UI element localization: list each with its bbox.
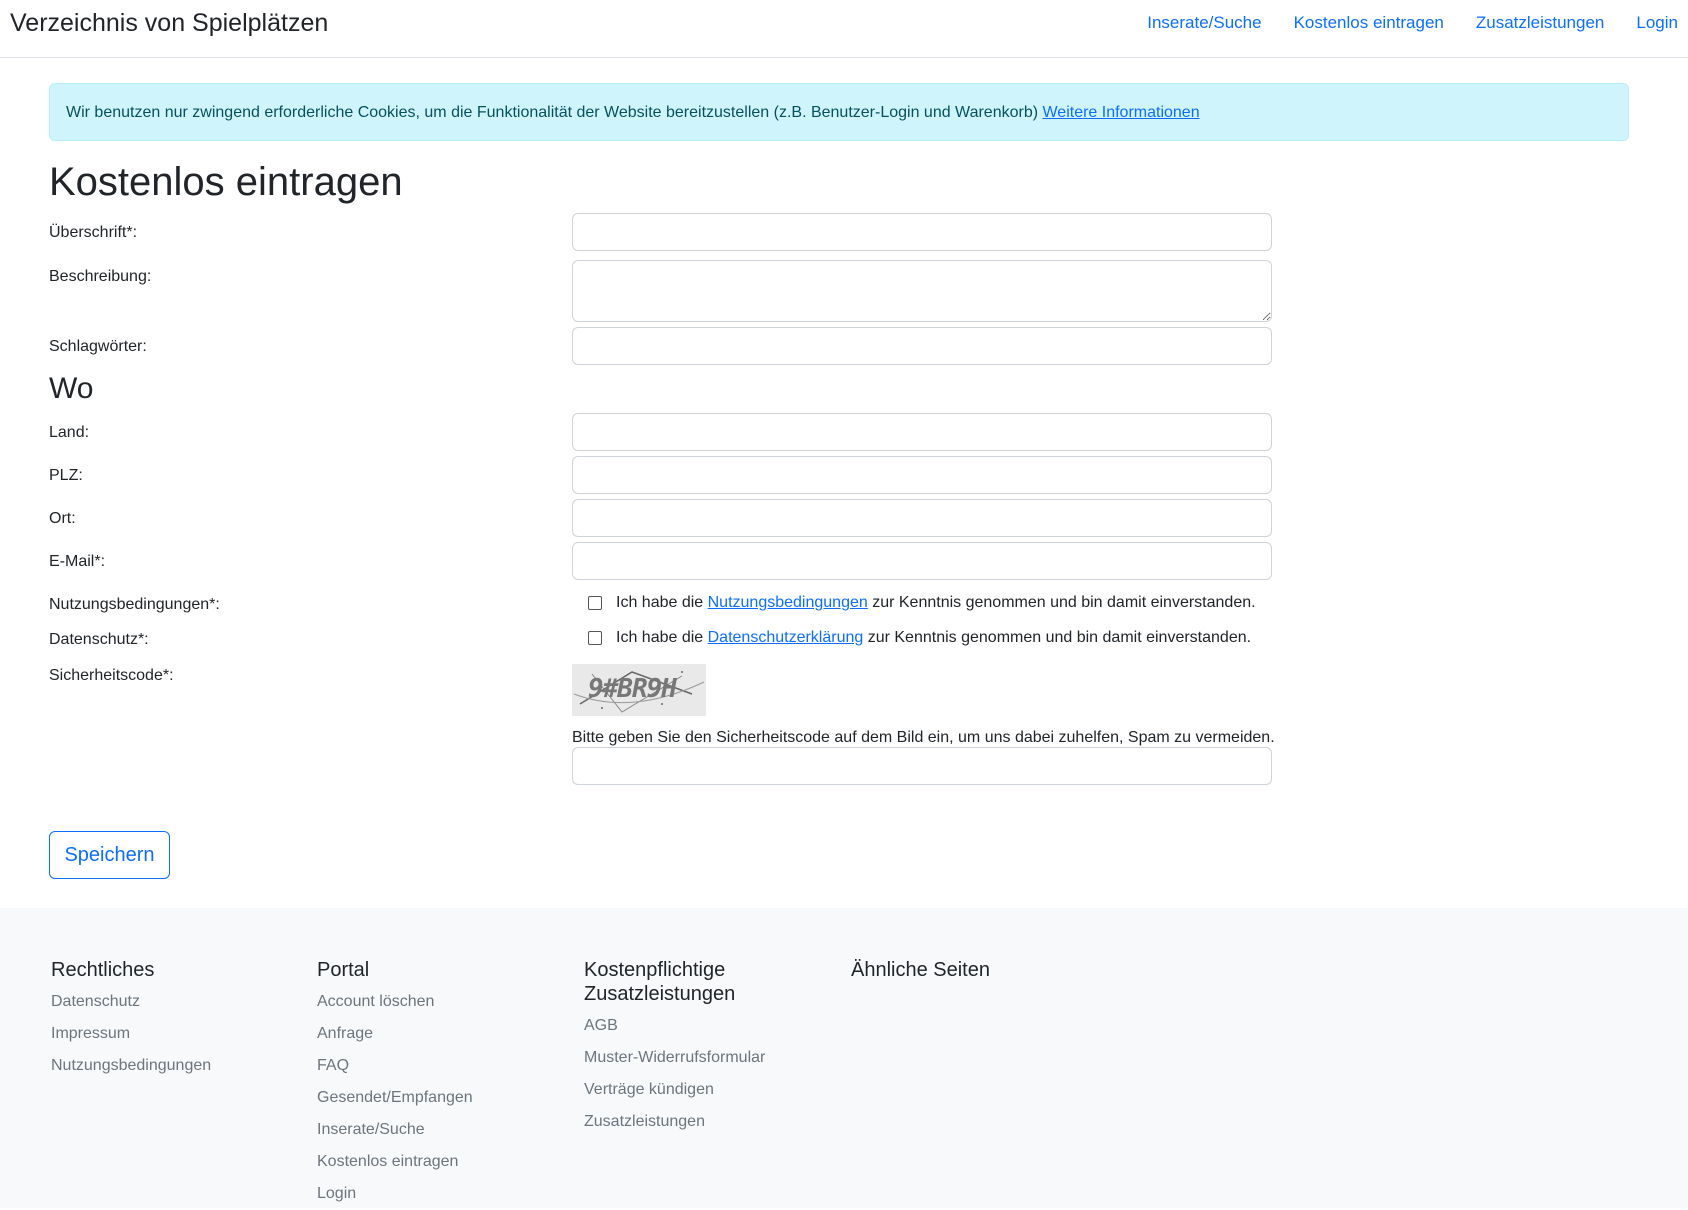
footer-link-account-loeschen[interactable]: Account löschen xyxy=(317,986,567,1018)
land-label: Land: xyxy=(49,424,90,441)
save-button[interactable]: Speichern xyxy=(49,831,170,879)
schlagwoerter-label: Schlagwörter: xyxy=(49,338,147,355)
page-title: Kostenlos eintragen xyxy=(49,160,403,204)
footer-link-faq[interactable]: FAQ xyxy=(317,1050,567,1082)
land-input[interactable] xyxy=(572,413,1272,451)
ort-input[interactable] xyxy=(572,499,1272,537)
beschreibung-label: Beschreibung: xyxy=(49,268,152,285)
footer-rechtliches-title: Rechtliches xyxy=(51,959,155,981)
terms-link[interactable]: Nutzungsbedingungen xyxy=(708,594,868,612)
footer-link-inserate-suche[interactable]: Inserate/Suche xyxy=(317,1114,567,1146)
schlagwoerter-input[interactable] xyxy=(572,327,1272,365)
footer-col-aehnliche-seiten: Ähnliche Seiten xyxy=(851,958,1101,986)
footer-link-datenschutz[interactable]: Datenschutz xyxy=(51,986,301,1018)
nav-link-zusatzleistungen[interactable]: Zusatzleistungen xyxy=(1476,13,1605,33)
footer-link-muster-widerrufsformular[interactable]: Muster-Widerrufsformular xyxy=(584,1042,784,1074)
footer-link-anfrage[interactable]: Anfrage xyxy=(317,1018,567,1050)
nutzungsbedingungen-label: Nutzungsbedingungen*: xyxy=(49,596,220,613)
privacy-check-row: Ich habe die Datenschutzerklärung zur Ke… xyxy=(588,629,1251,647)
privacy-text-prefix: Ich habe die xyxy=(616,629,708,646)
navbar: Verzeichnis von Spielplätzen Inserate/Su… xyxy=(0,0,1688,58)
ort-label: Ort: xyxy=(49,510,76,527)
captcha-hint: Bitte geben Sie den Sicherheitscode auf … xyxy=(572,729,1275,746)
nav-link-inserate-suche[interactable]: Inserate/Suche xyxy=(1147,13,1261,33)
plz-input[interactable] xyxy=(572,456,1272,494)
footer-link-nutzungsbedingungen[interactable]: Nutzungsbedingungen xyxy=(51,1050,301,1082)
privacy-text-suffix: zur Kenntnis genommen und bin damit einv… xyxy=(863,629,1252,646)
email-label: E-Mail*: xyxy=(49,553,106,570)
footer-aehnliche-seiten-title: Ähnliche Seiten xyxy=(851,959,990,981)
brand-link[interactable]: Verzeichnis von Spielplätzen xyxy=(10,9,328,38)
footer-link-zusatzleistungen[interactable]: Zusatzleistungen xyxy=(584,1106,784,1138)
footer-link-gesendet-empfangen[interactable]: Gesendet/Empfangen xyxy=(317,1082,567,1114)
footer-col-rechtliches: Rechtliches Datenschutz Impressum Nutzun… xyxy=(51,958,301,1082)
privacy-link[interactable]: Datenschutzerklärung xyxy=(708,629,864,647)
datenschutz-label: Datenschutz*: xyxy=(49,631,149,648)
captcha-text: 9#BR9H xyxy=(588,674,677,704)
captcha-input[interactable] xyxy=(572,747,1272,785)
email-input[interactable] xyxy=(572,542,1272,580)
footer: Rechtliches Datenschutz Impressum Nutzun… xyxy=(0,908,1688,1208)
terms-text-suffix: zur Kenntnis genommen und bin damit einv… xyxy=(867,594,1256,611)
footer-col-kostenpflichtig: Kostenpflichtige Zusatzleistungen AGB Mu… xyxy=(584,958,784,1138)
terms-checkbox[interactable] xyxy=(588,596,602,610)
footer-link-kostenlos-eintragen[interactable]: Kostenlos eintragen xyxy=(317,1146,567,1178)
footer-link-vertraege-kuendigen[interactable]: Verträge kündigen xyxy=(584,1074,784,1106)
plz-label: PLZ: xyxy=(49,467,83,484)
footer-portal-title: Portal xyxy=(317,959,370,981)
terms-check-row: Ich habe die Nutzungsbedingungen zur Ken… xyxy=(588,594,1256,612)
section-wo-heading: Wo xyxy=(49,372,94,405)
beschreibung-textarea[interactable] xyxy=(572,260,1272,322)
nav-link-kostenlos-eintragen[interactable]: Kostenlos eintragen xyxy=(1294,13,1444,33)
ueberschrift-label: Überschrift*: xyxy=(49,224,138,241)
terms-text-prefix: Ich habe die xyxy=(616,594,708,611)
footer-link-impressum[interactable]: Impressum xyxy=(51,1018,301,1050)
nav-links: Inserate/Suche Kostenlos eintragen Zusat… xyxy=(1147,13,1678,33)
privacy-checkbox[interactable] xyxy=(588,631,602,645)
nav-link-login[interactable]: Login xyxy=(1636,13,1678,33)
captcha-image: 9#BR9H xyxy=(572,664,706,716)
sicherheitscode-label: Sicherheitscode*: xyxy=(49,667,174,684)
footer-col-portal: Portal Account löschen Anfrage FAQ Gesen… xyxy=(317,958,567,1210)
cookie-alert-text: Wir benutzen nur zwingend erforderliche … xyxy=(66,104,1043,121)
ueberschrift-input[interactable] xyxy=(572,213,1272,251)
footer-link-agb[interactable]: AGB xyxy=(584,1010,784,1042)
footer-link-login[interactable]: Login xyxy=(317,1178,567,1210)
footer-kostenpflichtig-title: Kostenpflichtige Zusatzleistungen xyxy=(584,959,736,1005)
cookie-more-info-link[interactable]: Weitere Informationen xyxy=(1042,104,1199,121)
cookie-alert: Wir benutzen nur zwingend erforderliche … xyxy=(49,83,1629,141)
